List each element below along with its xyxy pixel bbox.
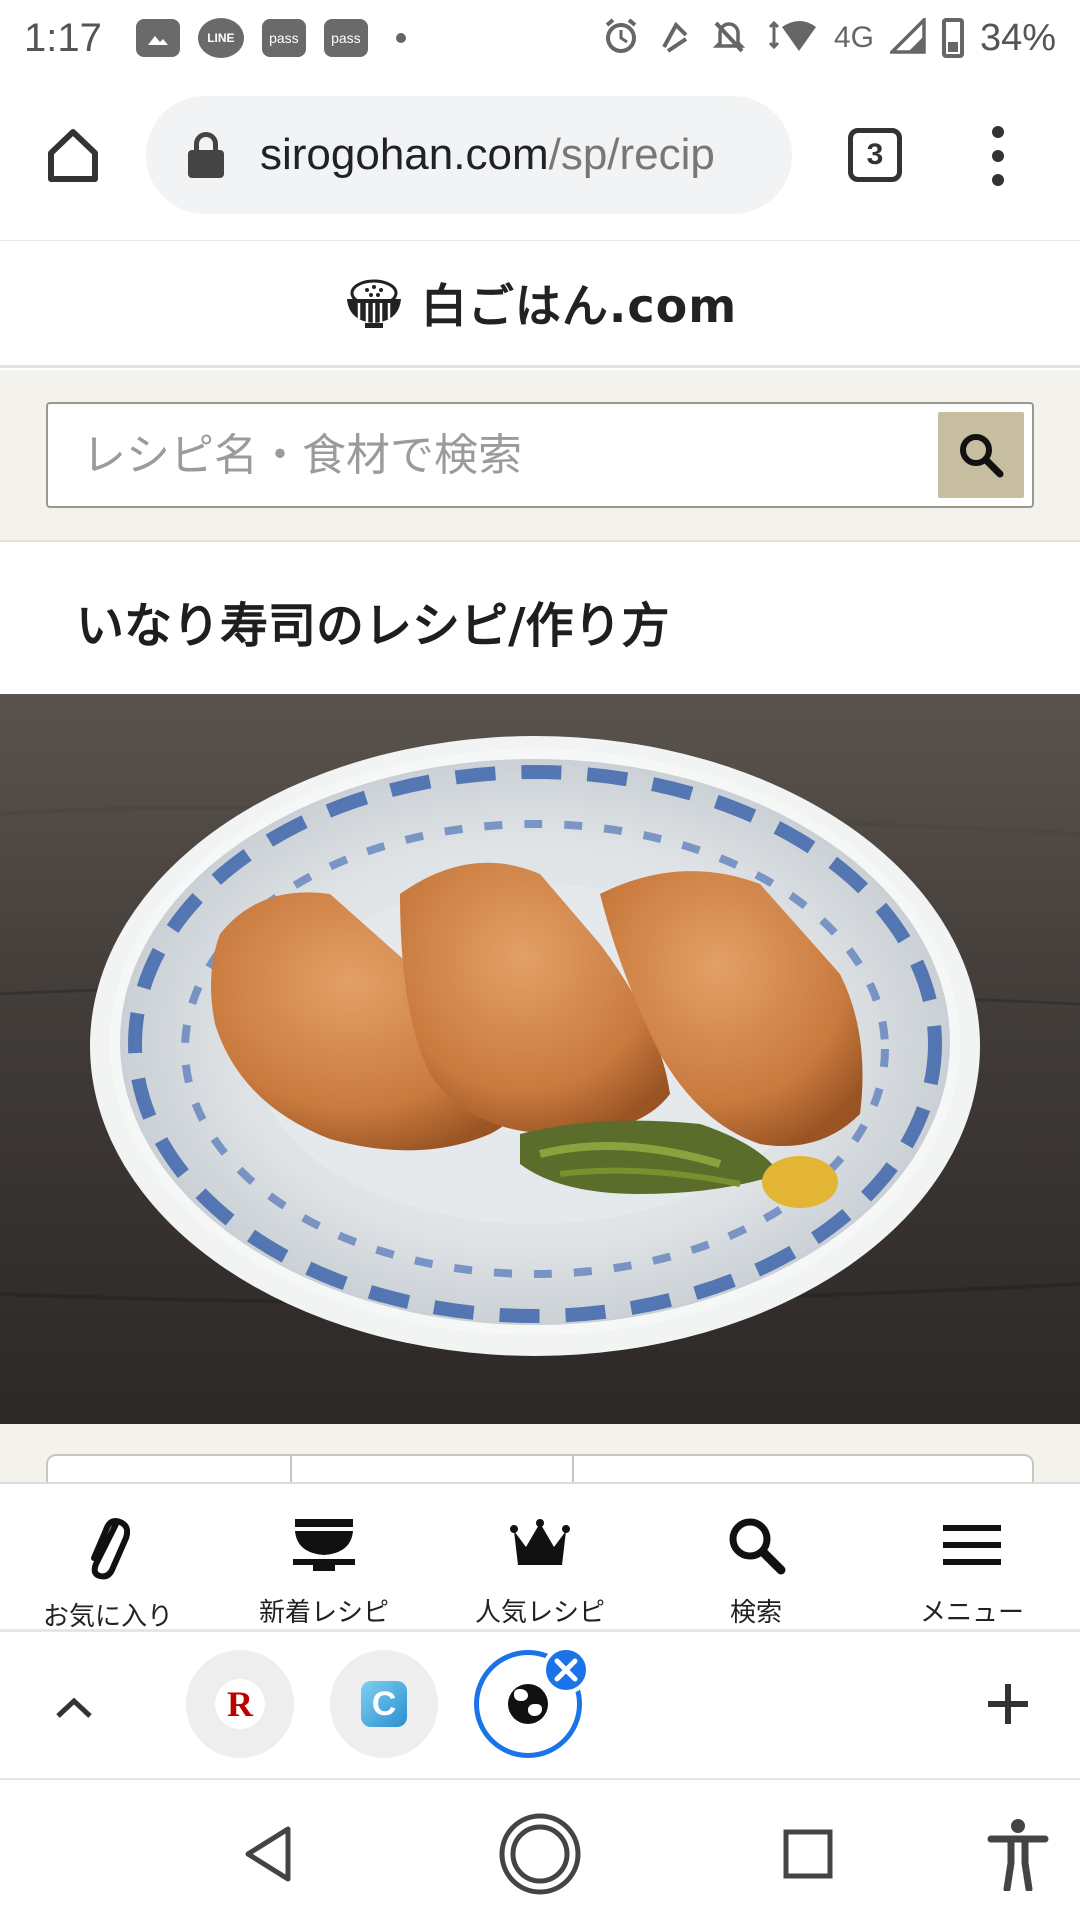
new-tab-button[interactable] <box>978 1674 1038 1734</box>
nav-menu[interactable]: メニュー <box>864 1484 1080 1629</box>
more-notifications-dot <box>395 33 406 43</box>
alarm-icon <box>602 17 640 59</box>
close-icon <box>554 1658 578 1682</box>
site-header: 白ごはん.com <box>0 240 1080 368</box>
back-button[interactable] <box>220 1806 316 1902</box>
back-icon <box>245 1826 291 1882</box>
line-icon: LINE <box>197 18 244 58</box>
rakuten-icon: R <box>215 1679 265 1729</box>
nav-popular-recipes[interactable]: 人気レシピ <box>432 1484 648 1629</box>
nav-favorites-label: お気に入り <box>42 1602 173 1632</box>
browser-tab-strip: R C <box>0 1636 1080 1780</box>
network-type: 4G <box>833 21 874 54</box>
pass-icon: pass <box>261 19 306 57</box>
nav-menu-label: メニュー <box>919 1598 1024 1628</box>
search-button[interactable] <box>938 412 1024 498</box>
dot-icon <box>992 150 1004 162</box>
wifi-icon <box>764 17 818 59</box>
home-system-button[interactable] <box>492 1806 588 1902</box>
dot-icon <box>992 126 1004 138</box>
nav-search[interactable]: 検索 <box>648 1484 864 1629</box>
search-input[interactable] <box>48 404 938 506</box>
lock-icon <box>186 132 226 178</box>
home-button[interactable] <box>28 111 118 201</box>
hamburger-menu-icon <box>943 1525 1001 1565</box>
search-section <box>0 370 1080 542</box>
accessibility-button[interactable] <box>970 1806 1066 1902</box>
nav-popular-recipes-label: 人気レシピ <box>474 1598 605 1628</box>
battery-icon <box>941 18 964 58</box>
recipe-info-table <box>0 1424 1080 1494</box>
search-box <box>46 402 1034 508</box>
url-text[interactable]: sirogohan.com/sp/recip <box>260 130 715 180</box>
status-right: 4G 34% <box>602 15 1056 60</box>
more-menu-button[interactable] <box>978 126 1018 186</box>
tab-c-app[interactable]: C <box>330 1650 438 1758</box>
nfc-icon <box>656 17 694 59</box>
status-bar: 1:17 LINE pass pass 4G 34% <box>0 0 1080 76</box>
status-time: 1:17 <box>24 15 102 60</box>
system-nav-bar <box>0 1782 1080 1920</box>
tab-rakuten[interactable]: R <box>186 1650 294 1758</box>
nav-new-recipes-label: 新着レシピ <box>258 1598 389 1628</box>
rice-bowl-logo-icon[interactable] <box>343 275 405 331</box>
tab-switcher-button[interactable]: 3 <box>848 128 902 182</box>
accessibility-icon <box>987 1819 1049 1891</box>
search-icon <box>960 434 1004 478</box>
close-tab-button[interactable] <box>542 1646 590 1694</box>
dot-icon <box>992 174 1004 186</box>
square-icon <box>783 1829 833 1879</box>
nav-new-recipes[interactable]: 新着レシピ <box>216 1484 432 1629</box>
signal-icon <box>887 15 926 58</box>
url-path: /sp/recip <box>548 130 715 179</box>
battery-percent: 34% <box>979 16 1056 59</box>
c-app-icon: C <box>361 1681 407 1727</box>
url-host: sirogohan.com <box>260 130 549 179</box>
browser-toolbar: sirogohan.com/sp/recip 3 <box>0 76 1080 236</box>
site-logo-text[interactable]: 白ごはん.com <box>421 270 737 336</box>
expand-tabs-button[interactable] <box>46 1680 102 1736</box>
home-circle-icon <box>499 1813 581 1895</box>
paperclip-icon <box>91 1518 130 1580</box>
pass-icon: pass <box>323 19 368 57</box>
url-bar[interactable]: sirogohan.com/sp/recip <box>146 96 792 214</box>
search-icon <box>729 1518 786 1575</box>
rice-bowl-icon <box>293 1519 355 1571</box>
image-icon <box>135 19 180 57</box>
nav-favorites[interactable]: お気に入り <box>0 1484 216 1632</box>
globe-icon <box>508 1684 548 1724</box>
plus-icon <box>988 1684 1028 1724</box>
home-icon <box>48 129 98 182</box>
crown-icon <box>510 1519 570 1565</box>
recipe-hero-image <box>0 694 1080 1424</box>
mute-icon <box>710 17 748 59</box>
page-title: いなり寿司のレシピ/作り方 <box>76 598 670 654</box>
recent-apps-button[interactable] <box>760 1806 856 1902</box>
nav-search-label: 検索 <box>729 1598 782 1628</box>
site-bottom-nav: お気に入り 新着レシピ 人気レシピ 検索 メニュー <box>0 1482 1080 1632</box>
notification-icons: LINE pass pass <box>135 18 406 58</box>
chevron-up-icon <box>56 1697 92 1718</box>
